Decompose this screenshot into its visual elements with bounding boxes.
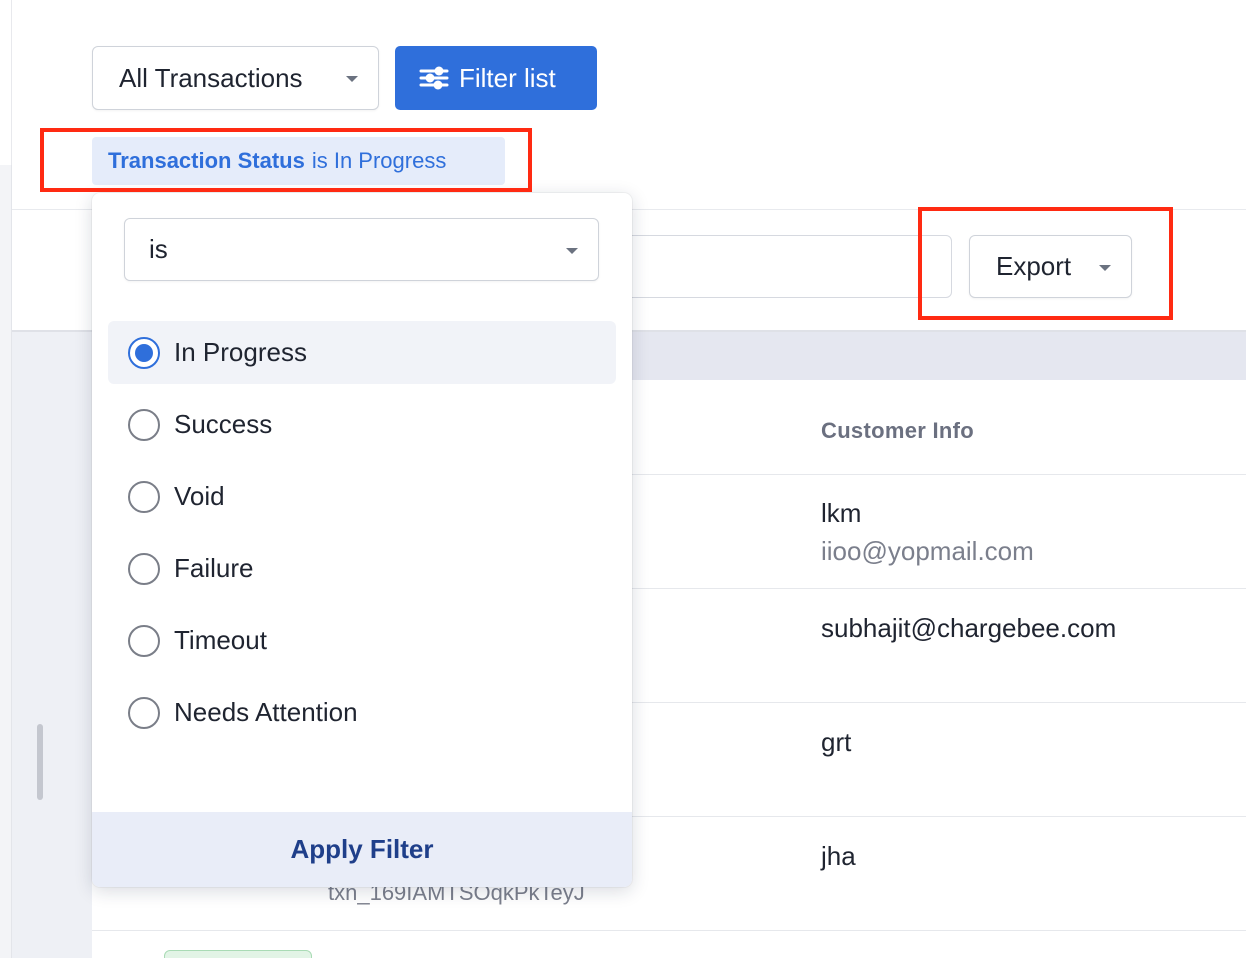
status-badge [164, 950, 312, 958]
status-option-void[interactable]: Void [108, 465, 616, 528]
option-label: Failure [174, 553, 254, 583]
popover-footer: Apply Filter [92, 812, 632, 887]
column-header-customer-info: Customer Info [821, 418, 975, 443]
sliders-icon [419, 66, 449, 90]
radio-checked-icon [128, 336, 160, 369]
option-label: Success [174, 409, 273, 439]
customer-email: iioo@yopmail.com [821, 536, 1034, 566]
view-select-label: All Transactions [119, 62, 303, 93]
highlight-box-export [918, 207, 1173, 320]
filter-popover: is In Progress Success Void Failure Time… [92, 193, 632, 887]
option-label: Timeout [174, 625, 267, 655]
customer-name: jha [821, 841, 856, 871]
radio-unchecked-icon [128, 480, 160, 513]
customer-name: lkm [821, 498, 862, 528]
status-option-needs-attention[interactable]: Needs Attention [108, 681, 616, 744]
status-option-timeout[interactable]: Timeout [108, 609, 616, 672]
customer-name: grt [821, 727, 852, 757]
view-select[interactable]: All Transactions [92, 46, 379, 110]
operator-select[interactable]: is [124, 218, 599, 281]
scrollbar-thumb[interactable] [37, 724, 43, 800]
radio-unchecked-icon [128, 408, 160, 441]
chevron-down-icon [566, 248, 578, 254]
apply-filter-button[interactable]: Apply Filter [290, 834, 433, 865]
highlight-box-filter-chip [40, 128, 532, 192]
customer-name: subhajit@chargebee.com [821, 613, 1117, 643]
status-option-in-progress[interactable]: In Progress [108, 321, 616, 384]
option-label: In Progress [174, 337, 307, 367]
radio-unchecked-icon [128, 552, 160, 585]
chevron-down-icon [346, 76, 358, 82]
row-divider [92, 930, 1246, 931]
option-label: Void [174, 481, 225, 511]
radio-unchecked-icon [128, 696, 160, 729]
filter-list-label: Filter list [459, 62, 556, 93]
operator-select-value: is [149, 234, 168, 264]
filter-list-button[interactable]: Filter list [395, 46, 597, 110]
status-option-success[interactable]: Success [108, 393, 616, 456]
left-rail-top [0, 0, 12, 165]
status-option-failure[interactable]: Failure [108, 537, 616, 600]
radio-unchecked-icon [128, 624, 160, 657]
option-label: Needs Attention [174, 697, 358, 727]
